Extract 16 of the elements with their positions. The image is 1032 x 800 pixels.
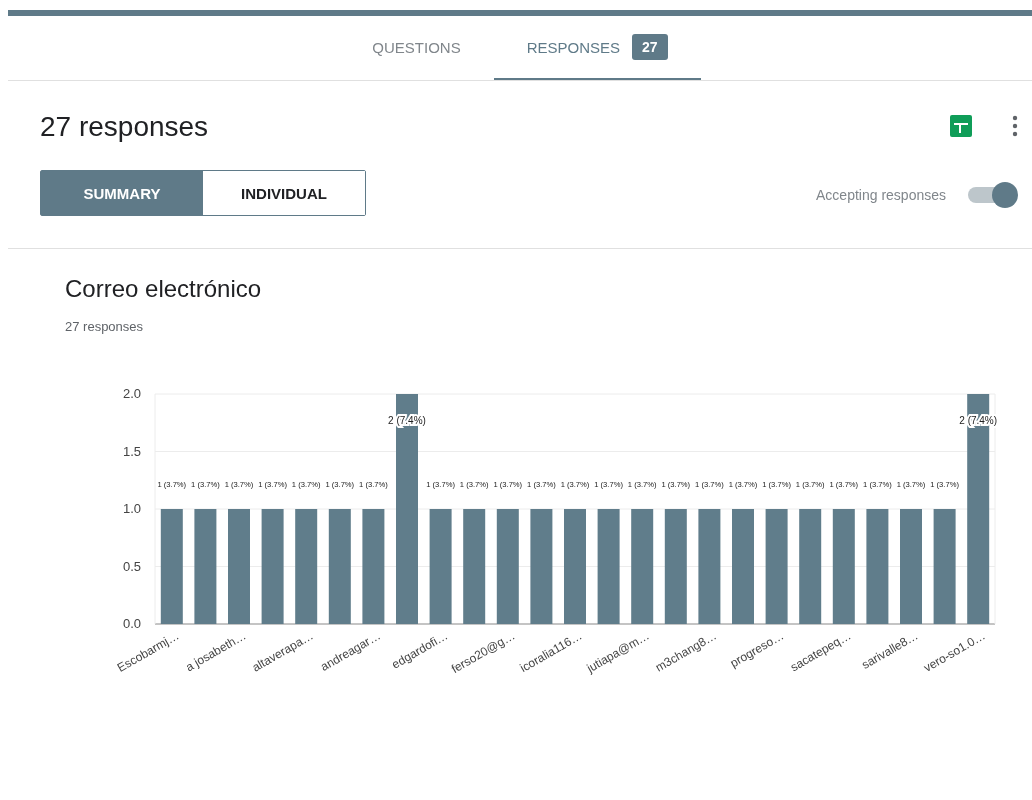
responses-title: 27 responses: [40, 111, 210, 143]
count-badge: 27: [632, 34, 668, 60]
view-toggle-button[interactable]: SUMMARY: [41, 171, 203, 215]
more-options-icon[interactable]: [1012, 115, 1018, 137]
spreadsheet-icon[interactable]: [950, 115, 972, 137]
accepting-responses-label: Accepting responses: [816, 187, 946, 203]
accepting-toggle[interactable]: [968, 182, 1018, 208]
tab[interactable]: RESPONSES 27: [493, 16, 701, 80]
axis-label: 1.0: [122, 501, 141, 516]
axis-label: 0.5: [122, 558, 141, 574]
axis-label: 2.0: [122, 386, 141, 401]
question-title: Correo electrónico: [65, 275, 263, 303]
axis-label: 1.5: [122, 443, 141, 459]
tab[interactable]: QUESTIONS: [339, 16, 494, 80]
response-count: 27 responses: [65, 319, 145, 334]
axis-label: 0.0: [122, 616, 141, 631]
